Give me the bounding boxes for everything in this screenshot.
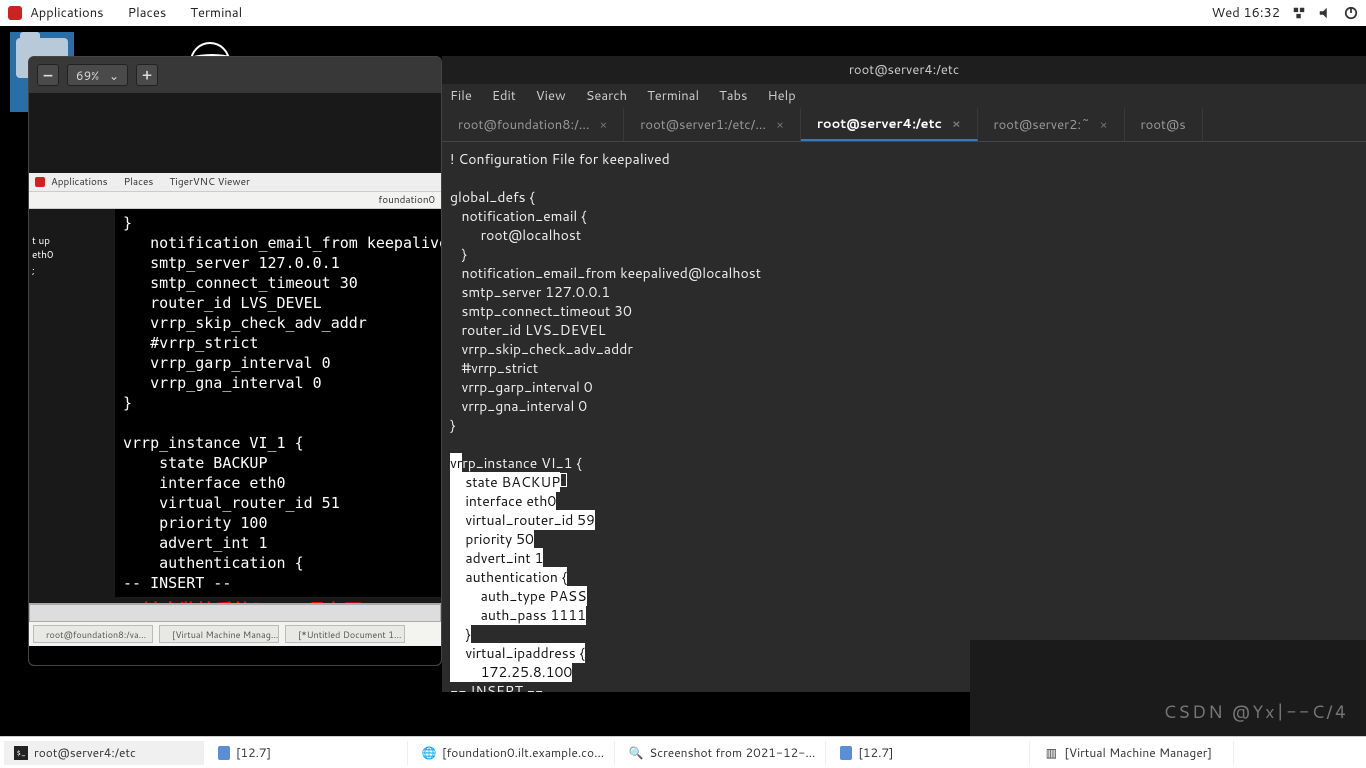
taskbar-terminal[interactable]: $_root@server4:/etc xyxy=(4,741,204,765)
tab-server4[interactable]: root@server4:/etc× xyxy=(801,108,978,141)
vnc-toolbar: − 69%⌄ + xyxy=(29,57,441,93)
remote-task-gedit[interactable]: [*Untitled Document 1… xyxy=(285,625,405,643)
terminal-menubar: File Edit View Search Terminal Tabs Help xyxy=(442,84,1366,108)
remote-task-vmm[interactable]: [Virtual Machine Manag… xyxy=(159,625,279,643)
close-icon[interactable]: × xyxy=(600,116,608,133)
close-icon[interactable]: × xyxy=(952,115,961,132)
terminal-icon: $_ xyxy=(14,746,28,760)
host-taskbar: $_root@server4:/etc [12.7] 🌐[foundation0… xyxy=(0,736,1366,768)
terminal-body[interactable]: ! Configuration File for keepalived glob… xyxy=(442,142,1366,692)
remote-bottom-panel: root@foundation8:/va… [Virtual Machine M… xyxy=(29,603,441,665)
remote-scrollbar[interactable] xyxy=(29,604,441,622)
zoom-in-button[interactable]: + xyxy=(136,64,158,86)
text-cursor xyxy=(560,473,567,487)
power-icon[interactable] xyxy=(1344,6,1358,20)
tab-server1[interactable]: root@server1:/etc/…× xyxy=(624,108,801,141)
close-icon[interactable]: × xyxy=(1100,116,1108,133)
terminal-menu[interactable]: Terminal xyxy=(190,4,242,22)
volume-icon[interactable] xyxy=(1318,6,1332,20)
browser-icon: 🌐 xyxy=(422,746,436,760)
menu-terminal[interactable]: Terminal xyxy=(647,87,699,105)
menu-edit[interactable]: Edit xyxy=(492,87,516,105)
gnome-topbar: Applications Places Terminal Wed 16:32 xyxy=(0,0,1366,26)
remote-task-terminal[interactable]: root@foundation8:/va… xyxy=(33,625,153,643)
vnc-terminal-fragment: t up eth0; xyxy=(31,233,59,279)
taskbar-browser[interactable]: 🌐[foundation0.ilt.example.co… xyxy=(412,741,615,765)
taskbar-doc-2[interactable]: [12.7] xyxy=(830,741,1030,765)
menu-view[interactable]: View xyxy=(536,87,566,105)
remote-fedora-icon xyxy=(35,177,45,187)
places-menu[interactable]: Places xyxy=(128,4,167,22)
remote-viewer-label[interactable]: TigerVNC Viewer xyxy=(169,175,250,189)
fedora-icon xyxy=(8,6,22,20)
taskbar-doc-1[interactable]: [12.7] xyxy=(208,741,408,765)
taskbar-vmm[interactable]: ▥[Virtual Machine Manager] xyxy=(1034,741,1234,765)
close-icon[interactable]: × xyxy=(776,116,784,133)
tab-server2[interactable]: root@server2:~× xyxy=(978,108,1125,141)
vnc-content: t up eth0; Applications Places TigerVNC … xyxy=(29,93,441,665)
terminal-window[interactable]: root@server4:/etc File Edit View Search … xyxy=(442,56,1366,692)
tab-foundation8[interactable]: root@foundation8:/…× xyxy=(442,108,624,141)
applications-menu[interactable]: Applications xyxy=(30,4,104,22)
menu-file[interactable]: File xyxy=(450,87,472,105)
tab-extra[interactable]: root@s xyxy=(1125,108,1203,141)
clock: Wed 16:32 xyxy=(1212,4,1280,22)
menu-tabs[interactable]: Tabs xyxy=(719,87,747,105)
chevron-down-icon: ⌄ xyxy=(109,67,119,84)
remote-hostname-bar: foundation0 xyxy=(29,191,441,209)
remote-gnome-panel: Applications Places TigerVNC Viewer foun… xyxy=(29,173,441,209)
vnc-viewer-window[interactable]: − 69%⌄ + t up eth0; Applications Places … xyxy=(28,56,442,666)
taskbar-screenshot[interactable]: 🔍Screenshot from 2021-12-… xyxy=(619,741,826,765)
document-icon xyxy=(218,746,230,760)
terminal-tabbar: root@foundation8:/…× root@server1:/etc/…… xyxy=(442,108,1366,142)
vmm-icon: ▥ xyxy=(1044,746,1058,760)
zoom-select[interactable]: 69%⌄ xyxy=(67,64,128,86)
csdn-watermark: CSDN @Yx|--C/4 xyxy=(1163,698,1348,724)
zoom-out-button[interactable]: − xyxy=(37,64,59,86)
image-icon: 🔍 xyxy=(629,746,643,760)
menu-help[interactable]: Help xyxy=(767,87,795,105)
remote-applications-menu[interactable]: Applications xyxy=(51,175,108,189)
system-tray: Wed 16:32 xyxy=(1212,4,1358,22)
terminal-title: root@server4:/etc xyxy=(442,56,1366,84)
remote-places-menu[interactable]: Places xyxy=(124,175,154,189)
document-icon xyxy=(840,746,852,760)
network-icon[interactable] xyxy=(1292,6,1306,20)
menu-search[interactable]: Search xyxy=(586,87,627,105)
remote-terminal-content[interactable]: } notification_email_from keepalive smtp… xyxy=(115,209,442,597)
